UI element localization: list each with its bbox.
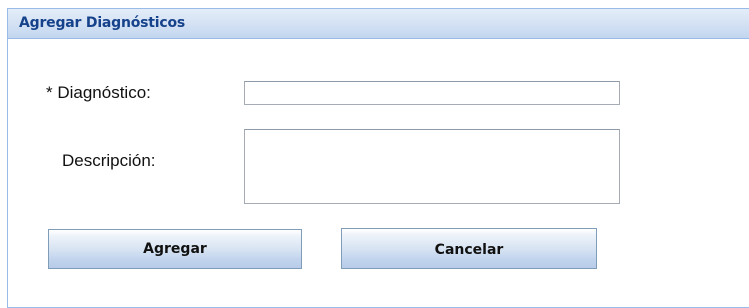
descripcion-label: Descripción: xyxy=(62,151,156,170)
cancelar-button-label: Cancelar xyxy=(434,242,504,258)
diagnostico-label: * Diagnóstico: xyxy=(46,83,151,102)
descripcion-textarea[interactable] xyxy=(244,129,620,204)
add-diagnosis-panel: Agregar Diagnósticos * Diagnóstico: Desc… xyxy=(7,8,749,308)
agregar-button[interactable]: Agregar xyxy=(48,229,302,269)
panel-title: Agregar Diagnósticos xyxy=(8,9,749,39)
agregar-button-label: Agregar xyxy=(143,241,207,257)
cancelar-button[interactable]: Cancelar xyxy=(341,228,597,269)
diagnostico-input[interactable] xyxy=(244,81,620,105)
